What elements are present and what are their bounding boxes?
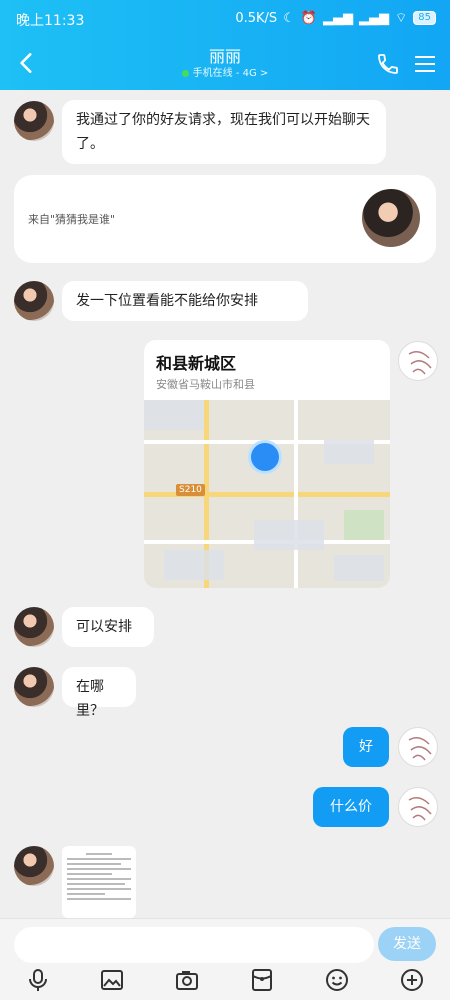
contact-avatar[interactable]: [14, 101, 54, 141]
chat-title-area[interactable]: 丽丽 手机在线 - 4G >: [100, 48, 350, 82]
online-status-text: 手机在线 - 4G >: [192, 68, 269, 79]
moon-icon: ☾: [283, 10, 295, 26]
menu-icon[interactable]: [414, 54, 436, 74]
signal-icon: ▂▄▆: [359, 10, 390, 26]
sketch-avatar-icon: [408, 797, 432, 821]
location-address: 安徽省马鞍山市和县: [156, 378, 255, 391]
my-avatar[interactable]: [398, 341, 438, 381]
my-avatar[interactable]: [398, 727, 438, 767]
sketch-avatar-icon: [408, 737, 432, 761]
wifi-icon: ⌔: [395, 11, 408, 26]
online-dot-icon: [181, 69, 189, 77]
quote-avatar: [362, 189, 420, 247]
battery-icon: 85: [413, 11, 436, 25]
status-time: 晚上11:33: [16, 13, 85, 29]
location-title: 和县新城区: [156, 354, 237, 373]
map-preview: S210: [144, 400, 390, 588]
status-bar: 晚上11:33 0.5K/S ☾ ⏰ ▂▄▆ ▂▄▆ ⌔ 85: [0, 0, 450, 38]
send-button[interactable]: 发送: [378, 927, 436, 961]
map-blur: [164, 550, 224, 580]
document-thumbnail[interactable]: [62, 846, 136, 918]
map-blur: [144, 400, 204, 430]
sketch-avatar-icon: [408, 351, 432, 375]
map-road-label: S210: [176, 484, 205, 496]
location-pin-icon: [248, 440, 282, 474]
map-road: [294, 400, 298, 588]
chat-header: 晚上11:33 0.5K/S ☾ ⏰ ▂▄▆ ▂▄▆ ⌔ 85 丽丽 手机在线 …: [0, 0, 450, 90]
plus-icon[interactable]: [399, 967, 425, 993]
map-blur: [324, 440, 374, 464]
input-bar: 发送: [0, 918, 450, 1000]
my-message-bubble: 什么价: [313, 787, 389, 827]
status-icons: 0.5K/S ☾ ⏰ ▂▄▆ ▂▄▆ ⌔ 85: [235, 10, 436, 26]
my-avatar[interactable]: [398, 787, 438, 827]
signal-icon: ▂▄▆: [323, 10, 354, 26]
message-input[interactable]: [14, 927, 374, 963]
emoji-icon[interactable]: [324, 967, 350, 993]
network-speed: 0.5K/S: [235, 10, 278, 26]
message-bubble: 发一下位置看能不能给你安排: [62, 281, 308, 321]
image-icon[interactable]: [99, 967, 125, 993]
back-icon[interactable]: [14, 50, 40, 76]
alarm-icon: ⏰: [300, 10, 318, 26]
map-blur: [334, 555, 384, 581]
map-blur: [254, 520, 324, 550]
message-bubble: 在哪里？: [62, 667, 136, 719]
microphone-icon[interactable]: [25, 967, 51, 993]
message-bubble: 我通过了你的好友请求，现在我们可以开始聊天了。: [62, 100, 386, 164]
contact-avatar[interactable]: [14, 281, 54, 321]
contact-avatar[interactable]: [14, 607, 54, 647]
contact-avatar[interactable]: [14, 667, 54, 707]
red-packet-icon[interactable]: [249, 967, 275, 993]
map-park: [344, 510, 384, 540]
quote-text: 来自"猜猜我是谁": [28, 213, 116, 226]
online-status: 手机在线 - 4G >: [100, 66, 350, 82]
camera-icon[interactable]: [174, 967, 200, 993]
toolbar: [0, 967, 450, 997]
message-bubble: 可以安排: [62, 607, 154, 647]
contact-name: 丽丽: [208, 47, 241, 66]
contact-avatar[interactable]: [14, 846, 54, 886]
quote-card[interactable]: 来自"猜猜我是谁": [14, 175, 436, 263]
location-card[interactable]: 和县新城区 安徽省马鞍山市和县 S210: [144, 340, 390, 588]
phone-icon[interactable]: [376, 52, 400, 76]
my-message-bubble: 好: [343, 727, 389, 767]
